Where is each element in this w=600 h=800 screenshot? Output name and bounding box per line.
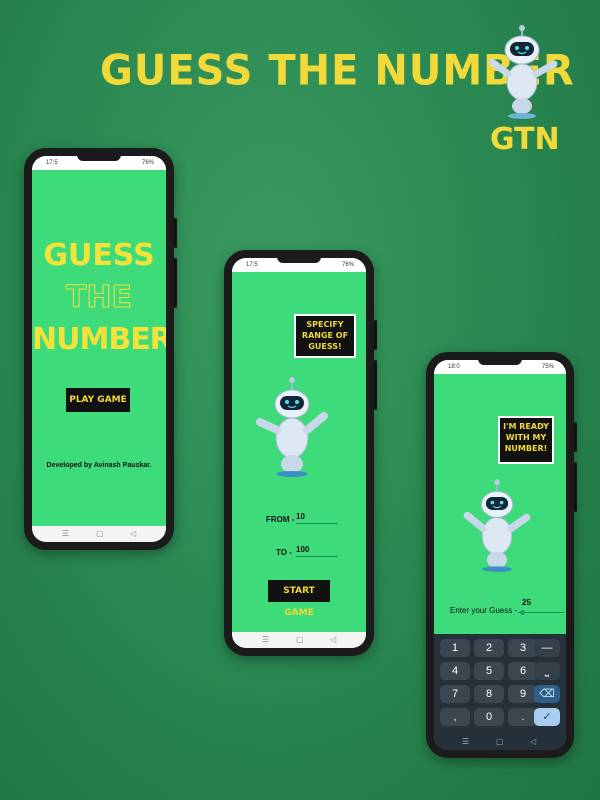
- phone-2: 17:5 76% SPECIFY RANGE OF GUESS! FROM - …: [224, 250, 377, 656]
- home-screen: 17:5 76% GUESS THE NUMBER PLAY GAME Deve…: [32, 156, 166, 542]
- status-bar: 17:5 76%: [232, 258, 366, 272]
- from-label: FROM -: [266, 515, 295, 524]
- key-space[interactable]: ⎵: [534, 662, 560, 680]
- back-icon[interactable]: ◁: [330, 635, 336, 644]
- key-4[interactable]: 4: [440, 662, 470, 680]
- key-minus[interactable]: —: [534, 639, 560, 657]
- check-icon[interactable]: ✓: [534, 708, 560, 726]
- nav-bar: ☰ ▢ ◁: [32, 526, 166, 542]
- to-label: TO -: [276, 548, 292, 557]
- back-icon[interactable]: ◁: [530, 737, 536, 746]
- phone-1: 17:5 76% GUESS THE NUMBER PLAY GAME Deve…: [24, 148, 177, 550]
- guess-value[interactable]: 25: [522, 598, 531, 607]
- title-line-2: THE: [65, 280, 133, 316]
- home-icon[interactable]: ▢: [296, 635, 304, 644]
- phone-3: 18:0 75% I'M READY WITH MY NUMBER! Enter…: [426, 352, 577, 758]
- key-2[interactable]: 2: [474, 639, 504, 657]
- status-bar: 17:5 76%: [32, 156, 166, 170]
- key-0[interactable]: 0: [474, 708, 504, 726]
- numeric-keyboard: 1 2 3 — 4 5 6 ⎵ 7 8 9 ⌫ , 0 . ✓: [434, 634, 566, 734]
- robot-icon: [463, 479, 531, 572]
- cursor-handle[interactable]: [520, 610, 525, 615]
- guess-screen: 18:0 75% I'M READY WITH MY NUMBER! Enter…: [434, 360, 566, 750]
- from-input[interactable]: [296, 512, 338, 524]
- guess-label: Enter your Guess -: [450, 606, 518, 615]
- logo-text: GTN: [490, 122, 560, 157]
- home-icon[interactable]: ▢: [96, 529, 104, 538]
- developer-credit: Developed by Avinash Pauskar.: [46, 462, 152, 469]
- robot-icon: [256, 377, 328, 477]
- nav-bar: ☰ ▢ ◁: [232, 632, 366, 648]
- start-game-button[interactable]: START GAME: [268, 580, 330, 618]
- menu-icon[interactable]: ☰: [462, 737, 469, 746]
- range-screen: 17:5 76% SPECIFY RANGE OF GUESS! FROM - …: [232, 258, 366, 648]
- title-line-1: GUESS: [43, 238, 155, 273]
- speech-bubble: I'M READY WITH MY NUMBER!: [498, 416, 554, 464]
- speech-bubble: SPECIFY RANGE OF GUESS!: [294, 314, 356, 358]
- back-icon[interactable]: ◁: [130, 529, 136, 538]
- backspace-icon[interactable]: ⌫: [534, 685, 560, 703]
- nav-bar: ☰ ▢ ◁: [434, 734, 566, 750]
- to-input[interactable]: [296, 545, 338, 557]
- menu-icon[interactable]: ☰: [262, 635, 269, 644]
- title-line-3: NUMBER: [32, 322, 166, 357]
- key-7[interactable]: 7: [440, 685, 470, 703]
- home-icon[interactable]: ▢: [496, 737, 504, 746]
- menu-icon[interactable]: ☰: [62, 529, 69, 538]
- key-1[interactable]: 1: [440, 639, 470, 657]
- status-bar: 18:0 75%: [434, 360, 566, 374]
- play-game-button[interactable]: PLAY GAME: [66, 388, 130, 412]
- key-5[interactable]: 5: [474, 662, 504, 680]
- key-8[interactable]: 8: [474, 685, 504, 703]
- key-comma[interactable]: ,: [440, 708, 470, 726]
